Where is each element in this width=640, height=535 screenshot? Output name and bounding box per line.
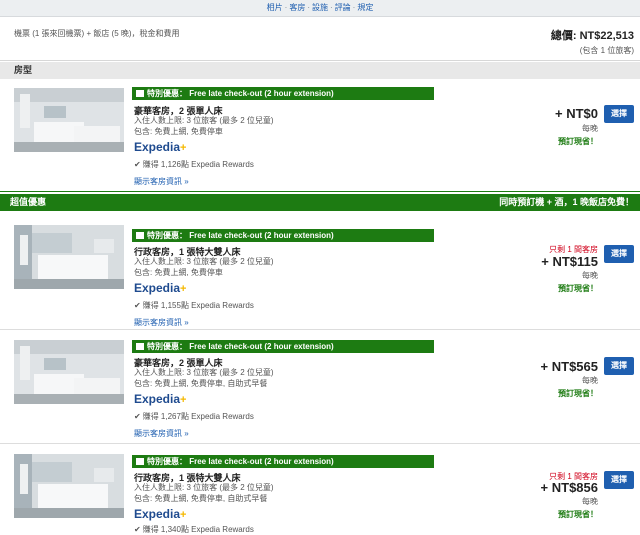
nav-sep: · [352, 3, 356, 12]
expedia-wordmark: Expedia [134, 281, 181, 295]
promo-text: 特別優惠： Free late check-out (2 hour extens… [147, 457, 334, 466]
nav-photos[interactable]: 相片 [267, 3, 283, 12]
gift-icon [136, 343, 144, 350]
room-photo[interactable] [14, 225, 124, 289]
more-room-info-link[interactable]: 顯示客房資訊 » [134, 317, 189, 328]
promo-banner: 特別優惠： Free late check-out (2 hour extens… [132, 340, 434, 353]
room-card: 特別優惠： Free late check-out (2 hour extens… [0, 445, 640, 534]
per-night-label: 每晚 [582, 271, 598, 280]
room-photo[interactable] [14, 340, 124, 404]
per-night-label: 每晚 [582, 497, 598, 506]
package-summary: 機票 (1 張來回機票) + 飯店 (5 晚)，稅金和費用 總價: NT$22,… [0, 17, 640, 61]
room-includes: 包含: 免費上網, 免費停車, 自助式早餐 [134, 494, 268, 503]
reward-points: ✔ 賺得 1,155點 Expedia Rewards [134, 301, 254, 310]
plus-icon: + [180, 142, 187, 154]
room-price: + NT$0 [555, 106, 598, 121]
room-price: + NT$115 [541, 254, 598, 269]
book-now-label: 預訂現省！ [558, 137, 598, 146]
expedia-wordmark: Expedia [134, 140, 181, 154]
reward-points: ✔ 賺得 1,340點 Expedia Rewards [134, 525, 254, 534]
expedia-plus-logo: Expedia+ [134, 507, 186, 521]
room-occupancy: 入住人數上限: 3 位旅客 (最多 2 位兒童) [134, 257, 274, 266]
reward-points: ✔ 賺得 1,267點 Expedia Rewards [134, 412, 254, 421]
plus-icon: + [180, 283, 187, 295]
promo-banner: 特別優惠： Free late check-out (2 hour extens… [132, 229, 434, 242]
select-room-button[interactable]: 選擇 [604, 357, 634, 375]
total-note: (包含 1 位旅客) [579, 46, 634, 55]
deals-promo-text: 同時預訂機 + 酒，1 晚飯店免費！ [499, 197, 634, 207]
room-card: 特別優惠： Free late check-out (2 hour extens… [0, 331, 640, 444]
room-photo[interactable] [14, 88, 124, 152]
book-now-label: 預訂現省！ [558, 284, 598, 293]
check-icon: ✔ [134, 301, 141, 310]
check-icon: ✔ [134, 412, 141, 421]
room-occupancy: 入住人數上限: 3 位旅客 (最多 2 位兒童) [134, 368, 274, 377]
room-photo[interactable] [14, 454, 124, 518]
total-price-box: 總價: NT$22,513 (包含 1 位旅客) [551, 27, 634, 56]
room-occupancy: 入住人數上限: 3 位旅客 (最多 2 位兒童) [134, 116, 274, 125]
room-card: 特別優惠： Free late check-out (2 hour extens… [0, 80, 640, 192]
select-room-button[interactable]: 選擇 [604, 471, 634, 489]
total-price: 總價: NT$22,513 [550, 30, 634, 42]
promo-text: 特別優惠： Free late check-out (2 hour extens… [147, 89, 334, 98]
reward-points: ✔ 賺得 1,126點 Expedia Rewards [134, 160, 254, 169]
nav-sep: · [284, 3, 288, 12]
per-night-label: 每晚 [582, 124, 598, 133]
select-room-button[interactable]: 選擇 [604, 245, 634, 263]
room-price: + NT$565 [540, 359, 598, 374]
gift-icon [136, 458, 144, 465]
more-room-info-link[interactable]: 顯示客房資訊 » [134, 176, 189, 187]
promo-banner: 特別優惠： Free late check-out (2 hour extens… [132, 87, 434, 100]
top-nav: 相片 · 客房 · 設施 · 評論 · 規定 [0, 0, 640, 17]
nav-sep: · [307, 3, 310, 12]
deals-header: 超值優惠 同時預訂機 + 酒，1 晚飯店免費！ [0, 194, 640, 211]
book-now-label: 預訂現省！ [558, 510, 598, 519]
more-room-info-link[interactable]: 顯示客房資訊 » [134, 428, 189, 439]
deals-title: 超值優惠 [10, 197, 47, 207]
expedia-plus-logo: Expedia+ [134, 140, 186, 154]
room-occupancy: 入住人數上限: 3 位旅客 (最多 2 位兒童) [134, 483, 274, 492]
expedia-wordmark: Expedia [134, 392, 181, 406]
nav-policies[interactable]: 規定 [357, 3, 373, 12]
select-room-button[interactable]: 選擇 [604, 105, 634, 123]
check-icon: ✔ [134, 160, 141, 169]
nav-amenities[interactable]: 設施 [312, 3, 328, 12]
room-includes: 包含: 免費上網, 免費停車 [134, 268, 223, 277]
gift-icon [136, 232, 144, 239]
nav-reviews[interactable]: 評論 [335, 3, 351, 12]
promo-text: 特別優惠： Free late check-out (2 hour extens… [147, 231, 334, 240]
room-includes: 包含: 免費上網, 免費停車 [134, 127, 223, 136]
nav-rooms[interactable]: 客房 [289, 3, 305, 12]
expedia-wordmark: Expedia [134, 507, 181, 521]
plus-icon: + [180, 509, 187, 521]
room-includes: 包含: 免費上網, 免費停車, 自助式早餐 [134, 379, 268, 388]
promo-banner: 特別優惠： Free late check-out (2 hour extens… [132, 455, 434, 468]
room-card: 特別優惠： Free late check-out (2 hour extens… [0, 214, 640, 330]
room-type-header: 房型 [0, 62, 640, 79]
gift-icon [136, 90, 144, 97]
expedia-plus-logo: Expedia+ [134, 281, 186, 295]
plus-icon: + [180, 394, 187, 406]
book-now-label: 預訂現省！ [558, 389, 598, 398]
room-price: + NT$856 [540, 480, 598, 495]
nav-sep: · [330, 3, 333, 12]
check-icon: ✔ [134, 525, 141, 534]
package-description: 機票 (1 張來回機票) + 飯店 (5 晚)，稅金和費用 [14, 29, 180, 38]
expedia-plus-logo: Expedia+ [134, 392, 186, 406]
promo-text: 特別優惠： Free late check-out (2 hour extens… [147, 342, 334, 351]
per-night-label: 每晚 [582, 376, 598, 385]
room-type-title: 房型 [14, 65, 33, 75]
